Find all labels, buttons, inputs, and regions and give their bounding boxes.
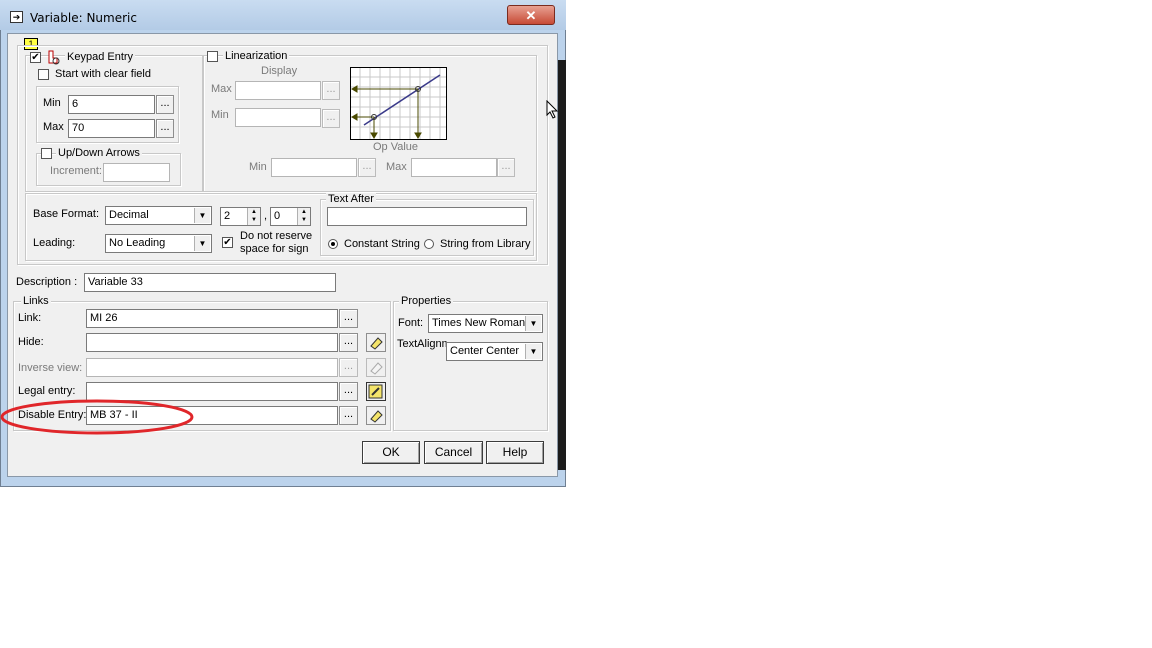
disable-entry-clear-eraser-icon[interactable] [366,406,386,425]
description-input[interactable]: Variable 33 [84,273,336,292]
font-select[interactable]: Times New Roman ▼ [428,314,543,333]
increment-label: Increment: [50,165,102,177]
hide-input[interactable] [86,333,338,352]
base-format-select[interactable]: Decimal ▼ [105,206,212,225]
text-after-input[interactable] [327,207,527,226]
no-reserve-sign-label-1: Do not reserve [240,230,313,242]
inverse-view-input[interactable] [86,358,338,377]
linearization-label: Linearization [223,50,290,62]
op-value-label: Op Value [373,141,419,153]
chevron-down-icon: ▼ [194,236,210,251]
max-label: Max [43,121,64,133]
digits-left-spinner[interactable]: 2 ▲ ▼ [220,207,261,226]
min-browse-button[interactable]: ... [156,95,174,114]
spinner-arrows-icon[interactable]: ▲ ▼ [297,208,310,225]
updown-checkbox[interactable] [41,148,52,159]
font-label: Font: [398,317,424,329]
font-value: Times New Roman [432,317,526,329]
app-icon: ➔ [10,11,23,23]
no-reserve-sign-checkbox[interactable]: ✔ [222,237,233,248]
link-input[interactable]: MI 26 [86,309,338,328]
background-window-strip [558,60,566,470]
keypad-entry-checkbox[interactable]: ✔ [30,52,41,63]
leading-select[interactable]: No Leading ▼ [105,234,212,253]
op-max-browse-button[interactable]: ... [497,158,515,177]
max-browse-button[interactable]: ... [156,119,174,138]
legal-entry-browse-button[interactable]: ... [339,382,358,401]
no-reserve-sign-label-2: space for sign [240,243,309,255]
constant-string-radio[interactable] [328,239,338,249]
link-browse-button[interactable]: ... [339,309,358,328]
display-min-browse-button[interactable]: ... [322,109,340,128]
cancel-button[interactable]: Cancel [424,441,483,464]
inverse-view-clear-eraser-icon[interactable] [366,358,386,377]
op-max-input[interactable] [411,158,497,177]
constant-string-label: Constant String [344,238,420,250]
start-clear-label: Start with clear field [55,68,151,80]
spinner-arrows-icon[interactable]: ▲ ▼ [247,208,260,225]
chevron-down-icon: ▼ [525,316,541,331]
close-button[interactable]: ✕ [507,5,555,25]
text-align-value: Center Center [450,345,520,357]
hide-browse-button[interactable]: ... [339,333,358,352]
base-format-label: Base Format: [33,208,100,220]
op-min-label: Min [249,161,267,173]
string-from-library-radio[interactable] [424,239,434,249]
leading-label: Leading: [33,237,76,249]
op-min-input[interactable] [271,158,357,177]
op-min-browse-button[interactable]: ... [358,158,376,177]
digits-right-value: 0 [274,210,281,222]
display-min-input[interactable] [235,108,321,127]
description-label: Description : [16,276,78,288]
hide-clear-eraser-icon[interactable] [366,333,386,352]
linearization-graph [350,67,447,140]
text-align-select[interactable]: Center Center ▼ [446,342,543,361]
increment-input[interactable] [103,163,170,182]
display-label: Display [261,65,298,77]
min-input[interactable]: 6 [68,95,155,114]
chevron-down-icon: ▼ [525,344,541,359]
max-input[interactable]: 70 [68,119,155,138]
base-format-value: Decimal [109,209,149,221]
chevron-down-icon: ▼ [194,208,210,223]
keypad-entry-label: Keypad Entry [65,51,136,63]
legal-entry-edit-icon[interactable] [366,382,386,401]
digits-right-spinner[interactable]: 0 ▲ ▼ [270,207,311,226]
link-label: Link: [18,312,42,324]
keypad-icon [45,49,61,65]
window-title: Variable: Numeric [30,11,137,25]
links-label: Links [21,295,51,307]
text-align-label: TextAlignm [397,338,447,350]
decimal-separator: , [264,210,268,222]
start-clear-checkbox[interactable] [38,69,49,80]
inverse-view-browse-button[interactable]: ... [339,358,358,377]
string-from-library-label: String from Library [440,238,531,250]
display-max-label: Max [211,83,232,95]
highlight-ellipse [0,398,196,436]
help-button[interactable]: Help [486,441,544,464]
inverse-view-label: Inverse view: [18,362,83,374]
display-max-browse-button[interactable]: ... [322,81,340,100]
legal-entry-label: Legal entry: [18,385,76,397]
properties-label: Properties [399,295,454,307]
disable-entry-browse-button[interactable]: ... [339,406,358,425]
digits-left-value: 2 [224,210,231,222]
min-label: Min [43,97,61,109]
hide-label: Hide: [18,336,44,348]
op-max-label: Max [386,161,407,173]
leading-value: No Leading [109,237,166,249]
text-after-label: Text After [326,193,376,205]
mouse-cursor-icon [546,99,560,120]
display-min-label: Min [211,109,229,121]
linearization-checkbox[interactable] [207,51,218,62]
updown-label: Up/Down Arrows [56,147,142,159]
ok-button[interactable]: OK [362,441,420,464]
display-max-input[interactable] [235,81,321,100]
